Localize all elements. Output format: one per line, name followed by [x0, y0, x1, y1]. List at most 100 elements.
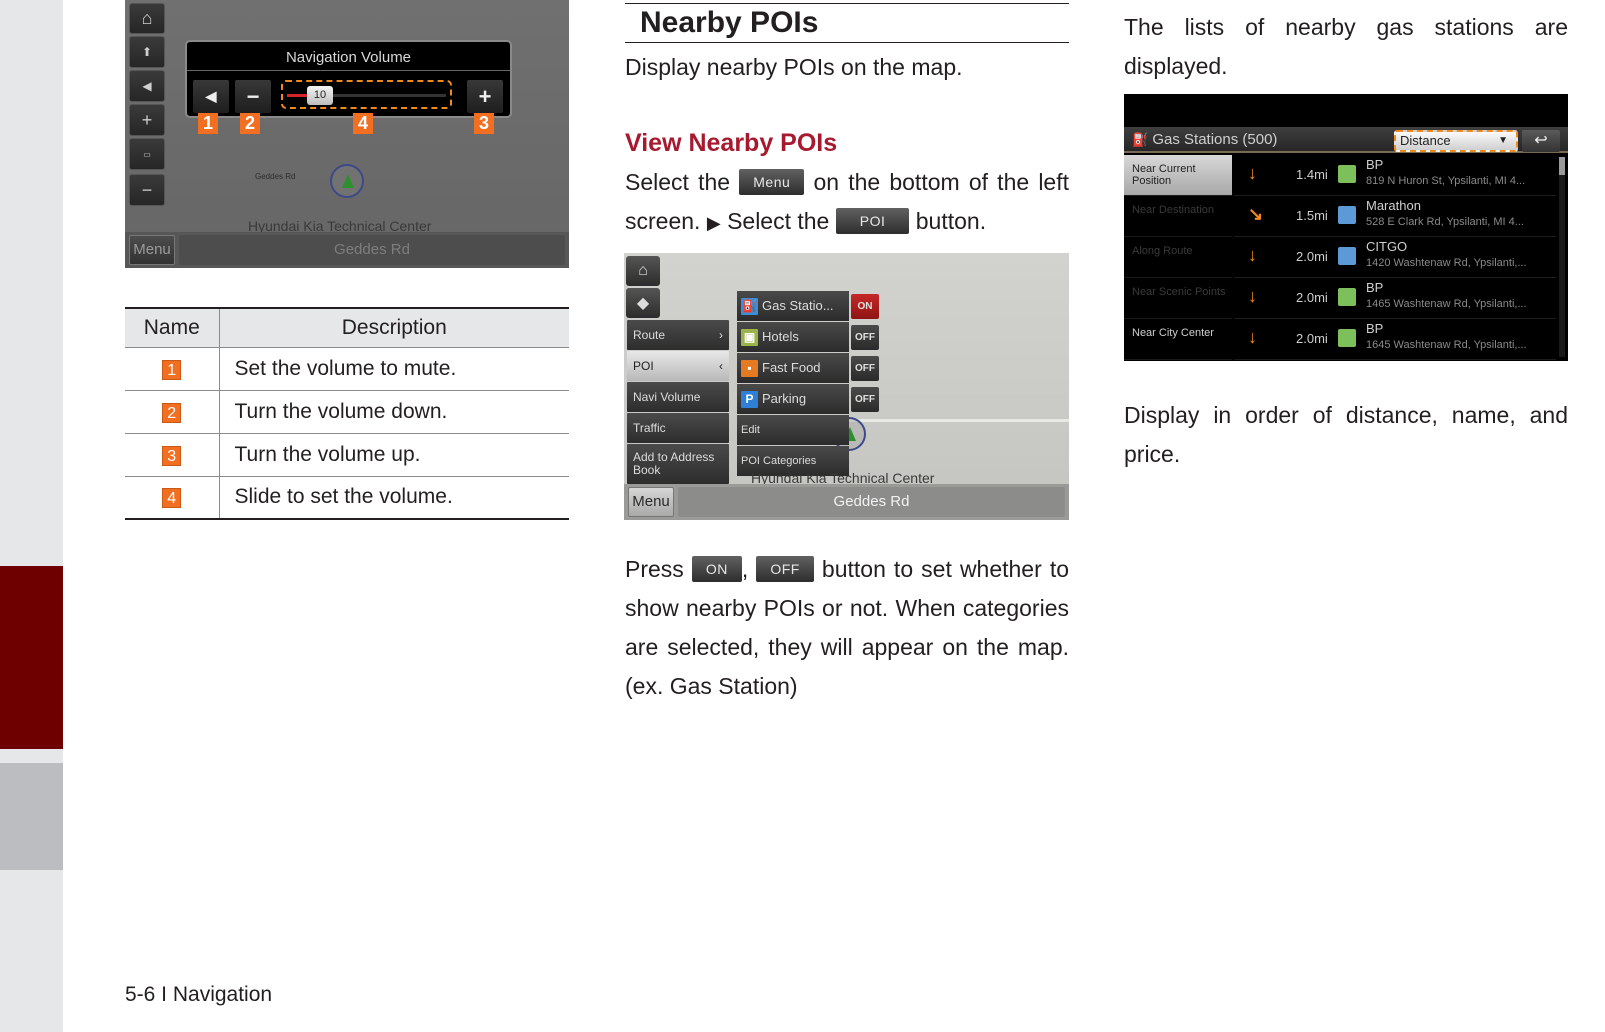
menu-button[interactable]: Menu	[628, 487, 674, 517]
section-title: Nearby POIs	[625, 3, 1069, 43]
row-description: Turn the volume up.	[219, 433, 569, 477]
poi-edit-button[interactable]: Edit	[737, 415, 849, 445]
number-badge: 4	[162, 488, 182, 509]
parking-toggle[interactable]: OFF	[851, 387, 879, 412]
chevron-right-icon: ›	[719, 328, 723, 342]
row-description: Set the volume to mute.	[219, 347, 569, 391]
volume-slider[interactable]: 10	[281, 80, 452, 109]
volume-description-table: Name Description 1 Set the volume to mut…	[125, 307, 569, 520]
number-badge: 2	[162, 402, 182, 423]
list-item[interactable]: ↘ 1.5mi Marathon 528 E Clark Rd, Ypsilan…	[1234, 196, 1556, 237]
poi-item-fast-food[interactable]: ▪ Fast Food	[737, 353, 849, 383]
sort-dropdown[interactable]: Distance ▼	[1394, 130, 1518, 152]
map-road-label: Geddes Rd	[255, 172, 296, 181]
road-name: Geddes Rd	[334, 241, 410, 258]
callout-1: 1	[198, 113, 218, 134]
column-header-name: Name	[125, 307, 220, 348]
off-chip: OFF	[756, 555, 814, 582]
instruction-text: Select the Menu on the bottom of the lef…	[625, 168, 1069, 234]
filter-near-city-center[interactable]: Near City Center	[1124, 319, 1232, 360]
speaker-icon: ◀	[205, 88, 217, 104]
map-bottom-bar: Menu Geddes Rd	[125, 232, 569, 268]
home-button[interactable]: ⌂	[626, 256, 660, 286]
fast-food-toggle[interactable]: OFF	[851, 356, 879, 381]
direction-arrow-icon: ↓	[1248, 327, 1257, 347]
chapter-tab-next	[0, 763, 63, 870]
poi-item-gas-station[interactable]: ⛽ Gas Statio...	[737, 291, 849, 321]
list-scrollbar[interactable]	[1559, 157, 1565, 357]
table-header-row: Name Description	[125, 307, 569, 348]
home-icon: ⌂	[129, 3, 165, 34]
dropdown-caret-icon: ▼	[1498, 135, 1508, 146]
direction-arrow-icon: ↓	[1248, 163, 1257, 183]
main-menu: Route › POI ‹ Navi Volume Traffic Add to A…	[627, 320, 729, 485]
list-item[interactable]: ↓ 2.0mi BP 1465 Washtenaw Rd, Ypsilanti,…	[1234, 278, 1556, 319]
poi-item-parking[interactable]: P Parking	[737, 384, 849, 414]
row-description: Slide to set the volume.	[219, 476, 569, 520]
poi-item-hotels[interactable]: ▣ Hotels	[737, 322, 849, 352]
menu-item-navi-volume[interactable]: Navi Volume	[627, 382, 729, 412]
side-tab-strip	[0, 0, 63, 1032]
fast-food-icon: ▪	[741, 359, 758, 377]
volume-down-button[interactable]: −	[235, 80, 271, 113]
zoom-in-icon: +	[129, 104, 165, 136]
on-off-instruction: Press ON, OFF button to set whether to s…	[625, 555, 1070, 699]
poi-menu-screenshot: ⌂ ◆ Route › POI ‹ Navi Volume Traffic Add …	[624, 253, 1069, 520]
table-row: 2 Turn the volume down.	[125, 390, 569, 434]
volume-thumb[interactable]: 10	[307, 86, 333, 105]
hotels-toggle[interactable]: OFF	[851, 325, 879, 350]
table-row: 3 Turn the volume up.	[125, 433, 569, 477]
current-position-marker	[330, 164, 364, 198]
volume-up-button[interactable]: +	[467, 80, 503, 113]
sort-order-note: Display in order of distance, name, and …	[1124, 402, 1568, 467]
section-intro: Display nearby POIs on the map.	[625, 54, 963, 80]
navigation-volume-screenshot: ⌂ ⬆ ◀ + ▭ − Geddes Rd Hyundai Kia Techni…	[125, 0, 569, 268]
on-chip: ON	[691, 555, 742, 582]
navigation-volume-panel: Navigation Volume ◀ − 10 +	[185, 40, 512, 118]
direction-arrow-icon: ↘	[1248, 204, 1264, 224]
chevron-left-icon: ‹	[719, 359, 723, 373]
menu-item-route[interactable]: Route ›	[627, 320, 729, 350]
volume-panel-title: Navigation Volume	[187, 45, 510, 71]
poi-submenu: ⛽ Gas Statio... ▣ Hotels ▪ Fast Food P Parki…	[737, 291, 849, 477]
callout-3: 3	[474, 113, 494, 134]
scrollbar-thumb[interactable]	[1559, 157, 1565, 175]
menu-item-poi[interactable]: POI ‹	[627, 351, 729, 381]
zoom-out-icon: −	[129, 174, 165, 206]
current-road-bar: Geddes Rd	[179, 235, 565, 265]
back-button[interactable]: ↩	[1522, 130, 1560, 152]
menu-item-add-to-address-book[interactable]: Add to Address Book	[627, 444, 729, 484]
poi-toggle-column: ON OFF OFF OFF	[851, 294, 879, 418]
gas-brand-icon	[1338, 247, 1356, 265]
filter-near-scenic-points: Near Scenic Points	[1124, 278, 1232, 319]
mute-button[interactable]: ◀	[193, 80, 229, 113]
gas-brand-icon	[1338, 206, 1356, 224]
sort-value: Distance	[1400, 133, 1451, 148]
list-item[interactable]: ↓ 2.0mi CITGO 1420 Washtenaw Rd, Ypsilan…	[1234, 237, 1556, 278]
direction-arrow-icon: ↓	[1248, 245, 1257, 265]
page-footer: 5-6 I Navigation	[125, 983, 273, 1006]
speaker-icon: ◀	[129, 70, 165, 102]
row-description: Turn the volume down.	[219, 390, 569, 434]
gas-station-toggle[interactable]: ON	[851, 294, 879, 319]
column-header-description: Description	[219, 307, 569, 348]
compass-button[interactable]: ◆	[626, 288, 660, 318]
number-badge: 1	[162, 359, 182, 380]
list-item[interactable]: ↓ 1.4mi BP 819 N Huron St, Ypsilanti, MI…	[1234, 155, 1556, 196]
number-badge: 3	[162, 445, 182, 466]
menu-button[interactable]: Menu	[129, 235, 175, 265]
list-item[interactable]: ↓ 2.0mi BP 1645 Washtenaw Rd, Ypsilanti,…	[1234, 319, 1556, 360]
menu-item-traffic[interactable]: Traffic	[627, 413, 729, 443]
poi-search-icon: ⛽	[1132, 132, 1149, 147]
scale-icon: ▭	[129, 138, 165, 170]
menu-chip: Menu	[739, 168, 805, 195]
back-arrow-icon: ↩	[1534, 132, 1548, 149]
current-road-bar: Geddes Rd	[678, 487, 1065, 517]
filter-near-destination: Near Destination	[1124, 196, 1232, 237]
callout-2: 2	[240, 113, 260, 134]
filter-near-current-position[interactable]: Near Current Position	[1124, 155, 1232, 196]
bp-brand-icon	[1338, 329, 1356, 347]
bp-brand-icon	[1338, 165, 1356, 183]
road-name: Geddes Rd	[833, 493, 910, 510]
compass-icon: ⬆	[129, 36, 165, 68]
